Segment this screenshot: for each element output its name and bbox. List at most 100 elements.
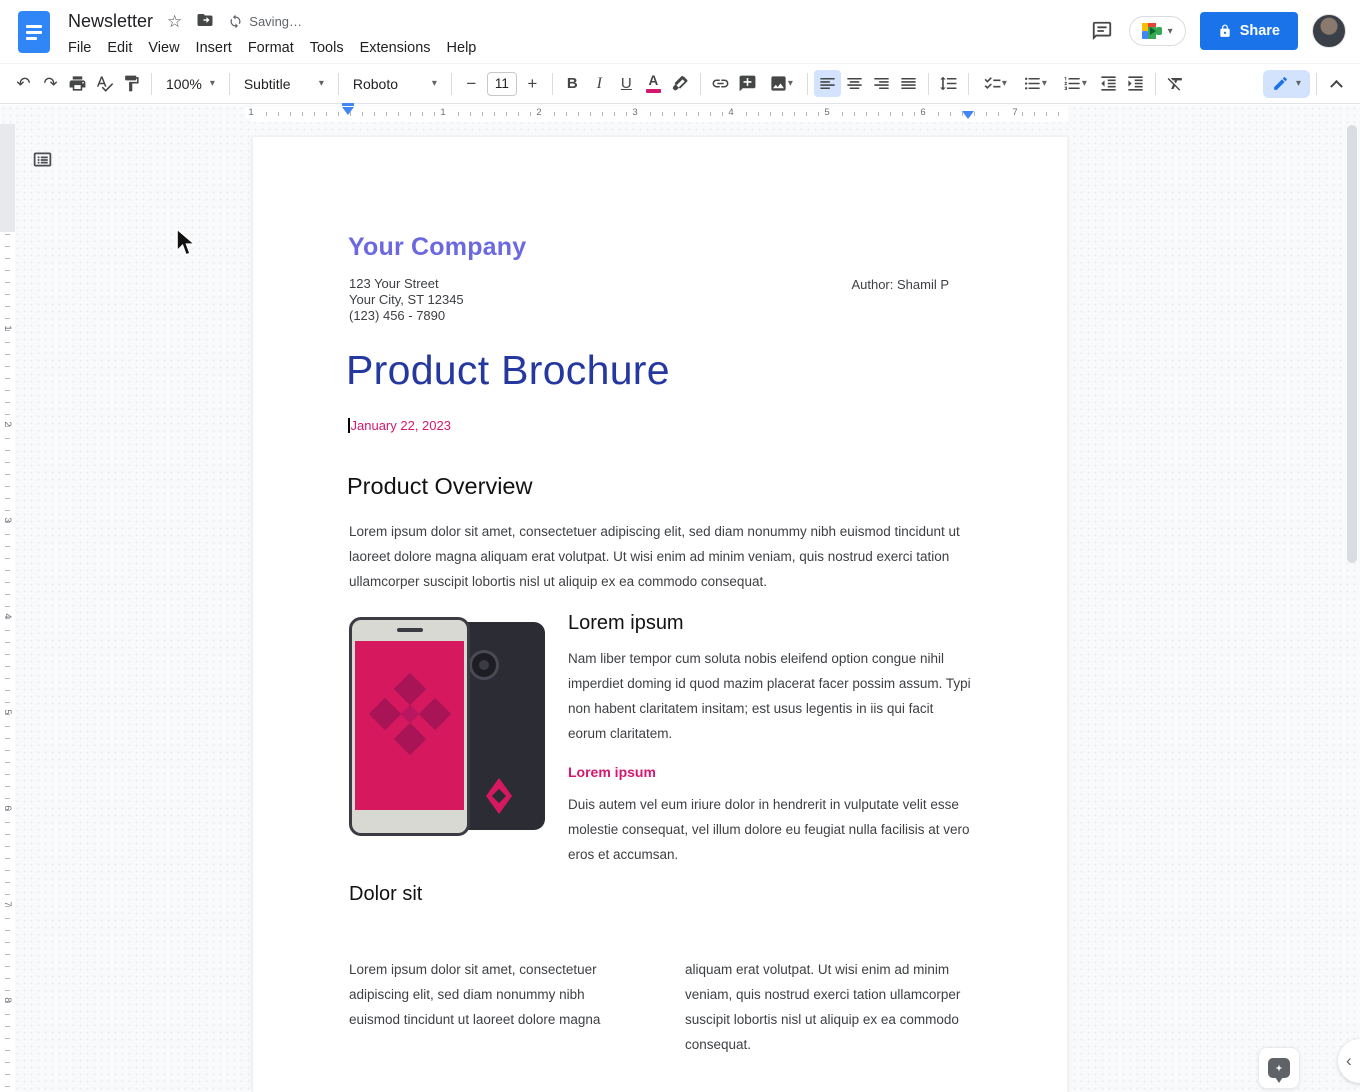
- left-indent-marker[interactable]: [342, 107, 354, 115]
- document-page[interactable]: Your Company 123 Your Street Your City, …: [252, 136, 1068, 1092]
- checklist-button[interactable]: ▾: [975, 70, 1015, 97]
- font-size-increase-button[interactable]: +: [519, 70, 546, 97]
- italic-button[interactable]: I: [586, 70, 613, 97]
- bold-icon: B: [567, 76, 578, 91]
- line-spacing-button[interactable]: [935, 70, 962, 97]
- menu-help[interactable]: Help: [439, 38, 485, 58]
- increase-indent-button[interactable]: [1122, 70, 1149, 97]
- company-address: 123 Your Street Your City, ST 12345 (123…: [349, 276, 464, 324]
- justify-button[interactable]: [895, 70, 922, 97]
- bold-button[interactable]: B: [559, 70, 586, 97]
- dolor-column-2: aliquam erat volutpat. Ut wisi enim ad m…: [685, 957, 973, 1057]
- align-center-icon: [845, 74, 864, 93]
- underline-icon: U: [621, 76, 632, 91]
- insert-image-button[interactable]: ▾: [761, 70, 801, 97]
- align-right-icon: [872, 74, 891, 93]
- paragraph-style-select[interactable]: Subtitle▾: [236, 70, 332, 97]
- explore-button[interactable]: [1258, 1047, 1300, 1089]
- open-comments-button[interactable]: [1089, 18, 1115, 44]
- star-icon[interactable]: ☆: [167, 13, 182, 30]
- zoom-caret-icon: ▾: [210, 78, 215, 89]
- paint-roller-icon: [122, 74, 141, 93]
- toolbar: ↶ ↷ 100%▾ Subtitle▾ Roboto▾ − 11 + B I U…: [0, 64, 1360, 104]
- phone-screen: [355, 641, 464, 810]
- align-center-button[interactable]: [841, 70, 868, 97]
- zoom-select[interactable]: 100%▾: [158, 70, 223, 97]
- undo-icon: ↶: [16, 75, 30, 92]
- move-folder-icon[interactable]: [196, 11, 214, 32]
- share-button[interactable]: Share: [1200, 12, 1298, 50]
- link-icon: [711, 74, 730, 93]
- account-avatar[interactable]: [1312, 14, 1346, 48]
- minus-icon: −: [466, 75, 476, 92]
- justify-icon: [899, 74, 918, 93]
- checklist-icon: [983, 74, 1002, 93]
- spellcheck-icon: [95, 74, 114, 93]
- menu-extensions[interactable]: Extensions: [352, 38, 439, 58]
- menu-view[interactable]: View: [140, 38, 187, 58]
- highlight-color-button[interactable]: [667, 70, 694, 97]
- horizontal-ruler[interactable]: 1 1 2 3 4 5 6 7: [252, 106, 1068, 122]
- top-margin-shade: [0, 124, 15, 232]
- show-outline-button[interactable]: [29, 146, 55, 172]
- bullet-list-button[interactable]: ▾: [1015, 70, 1055, 97]
- underline-button[interactable]: U: [613, 70, 640, 97]
- add-comment-button[interactable]: [734, 70, 761, 97]
- editing-mode-button[interactable]: ▾: [1263, 70, 1310, 98]
- chevron-left-icon: ‹: [1346, 1051, 1352, 1071]
- print-button[interactable]: [64, 70, 91, 97]
- phone-back-logo: [486, 778, 512, 814]
- app-header: Newsletter ☆ Saving… File Edit View Inse…: [0, 0, 1360, 64]
- font-size-value[interactable]: 11: [487, 72, 517, 96]
- document-title[interactable]: Newsletter: [68, 11, 153, 32]
- feature-heading: Lorem ipsum: [568, 612, 684, 635]
- text-color-button[interactable]: A: [640, 70, 667, 97]
- vertical-scrollbar[interactable]: [1347, 125, 1357, 563]
- hide-menus-button[interactable]: [1323, 70, 1350, 97]
- paint-format-button[interactable]: [118, 70, 145, 97]
- meet-icon: [1142, 23, 1162, 39]
- comment-icon: [1091, 20, 1113, 42]
- company-name: Your Company: [348, 233, 526, 262]
- menu-file[interactable]: File: [60, 38, 99, 58]
- numbered-caret-icon: ▾: [1082, 78, 1087, 89]
- pencil-icon: [1272, 75, 1289, 92]
- decrease-indent-button[interactable]: [1095, 70, 1122, 97]
- google-docs-app: Newsletter ☆ Saving… File Edit View Inse…: [0, 0, 1360, 1092]
- italic-icon: I: [597, 76, 602, 92]
- redo-button[interactable]: ↷: [37, 70, 64, 97]
- editing-caret-icon: ▾: [1296, 78, 1301, 89]
- feature-subparagraph: Duis autem vel eum iriure dolor in hendr…: [568, 792, 971, 867]
- image-icon: [769, 74, 788, 93]
- dolor-heading: Dolor sit: [349, 883, 422, 906]
- lock-icon: [1218, 24, 1232, 38]
- add-comment-icon: [738, 74, 757, 93]
- show-side-panel-button[interactable]: ‹: [1338, 1039, 1360, 1083]
- clear-formatting-button[interactable]: [1162, 70, 1189, 97]
- vertical-ruler[interactable]: 1 2 3 4 5 6 7 8: [0, 124, 15, 1092]
- right-indent-marker[interactable]: [962, 111, 974, 119]
- clear-formatting-icon: [1166, 74, 1185, 93]
- explore-icon: [1268, 1058, 1290, 1078]
- align-right-button[interactable]: [868, 70, 895, 97]
- font-select[interactable]: Roboto▾: [345, 70, 445, 97]
- outdent-icon: [1099, 74, 1118, 93]
- redo-icon: ↷: [43, 75, 57, 92]
- author-line: Author: Shamil P: [649, 277, 949, 292]
- docs-logo-icon[interactable]: [18, 11, 50, 53]
- font-size-decrease-button[interactable]: −: [458, 70, 485, 97]
- menu-insert[interactable]: Insert: [188, 38, 240, 58]
- menu-tools[interactable]: Tools: [302, 38, 352, 58]
- text-color-icon: A: [646, 74, 661, 93]
- align-left-button[interactable]: [814, 70, 841, 97]
- menu-edit[interactable]: Edit: [99, 38, 140, 58]
- menu-format[interactable]: Format: [240, 38, 302, 58]
- font-caret-icon: ▾: [432, 78, 437, 89]
- image-caret-icon: ▾: [788, 78, 793, 89]
- product-image[interactable]: [349, 617, 546, 836]
- undo-button[interactable]: ↶: [10, 70, 37, 97]
- spellcheck-button[interactable]: [91, 70, 118, 97]
- insert-link-button[interactable]: [707, 70, 734, 97]
- meet-button[interactable]: ▾: [1129, 16, 1186, 46]
- numbered-list-button[interactable]: ▾: [1055, 70, 1095, 97]
